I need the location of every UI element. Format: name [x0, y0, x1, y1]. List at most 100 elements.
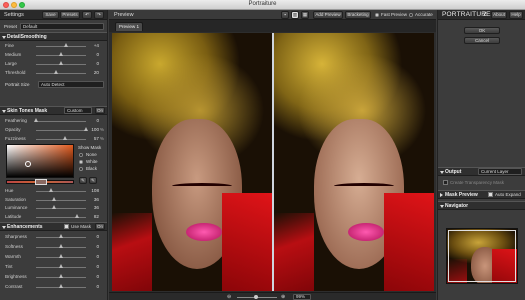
detail-smoothing-header[interactable]: DetailSmoothing [0, 32, 107, 41]
slider-hue: Hue 108 [0, 187, 108, 195]
slider-latitude: Latitude 82 [0, 213, 108, 221]
fast-preview-label: Fast Preview [381, 12, 408, 17]
slider-knob[interactable] [62, 136, 67, 140]
slider-value[interactable]: 108 [91, 188, 99, 193]
slider-knob[interactable] [59, 254, 63, 258]
zoom-out-icon[interactable]: ⊖ [227, 294, 231, 300]
slider-feathering: Feathering 0 [0, 117, 108, 125]
slider-value[interactable]: 82 [94, 214, 99, 219]
slider-knob[interactable] [59, 234, 63, 238]
slider-value[interactable]: 0 [96, 264, 99, 269]
ok-button[interactable]: OK [464, 27, 500, 34]
split-view-icon[interactable]: ▥ [291, 11, 299, 19]
slider-track[interactable] [36, 130, 86, 131]
zoom-slider-knob[interactable] [254, 295, 258, 299]
window-title: Portraiture [248, 1, 277, 7]
slider-track[interactable] [36, 46, 86, 47]
slider-brightness: Brightness 0 [0, 273, 108, 281]
slider-value[interactable]: 0 [96, 61, 99, 66]
slider-value[interactable]: 20 [94, 70, 99, 75]
slider-track[interactable] [36, 121, 86, 122]
slider-knob[interactable] [75, 213, 79, 218]
slider-value[interactable]: 0 [96, 52, 99, 57]
save-button[interactable]: Save [42, 11, 59, 19]
slider-knob[interactable] [52, 196, 56, 201]
output-dropdown[interactable]: Current Layer [478, 168, 522, 175]
original-photo[interactable] [112, 33, 272, 291]
slider-knob[interactable] [59, 274, 63, 278]
bracketing-button[interactable]: Bracketing [345, 11, 371, 19]
slider-track[interactable] [36, 208, 86, 209]
mask-on-toggle[interactable]: On [95, 107, 105, 114]
slider-label: Latitude [5, 213, 22, 219]
eyedropper-icon[interactable]: ✎ [89, 177, 97, 184]
slider-value[interactable]: 0 [96, 118, 99, 123]
portrait-size-label: Portrait Size [5, 82, 30, 87]
slider-knob[interactable] [59, 284, 63, 288]
slider-track[interactable] [36, 73, 86, 74]
slider-fuzziness: Fuzziness 57% [0, 135, 108, 143]
slider-value[interactable]: +4 [94, 43, 99, 48]
slider-knob[interactable] [59, 264, 63, 268]
zoom-level-dropdown[interactable]: 99% [293, 294, 311, 300]
show-mask-white-radio[interactable] [79, 160, 83, 164]
skin-color-gradient[interactable] [6, 144, 74, 178]
fast-preview-radio[interactable] [375, 13, 379, 17]
slider-label: Hue [5, 188, 14, 193]
show-mask-none-radio[interactable] [79, 153, 83, 157]
color-picker-cursor[interactable] [25, 161, 31, 167]
preview-toolbar: Preview ▪ ▥ ▦ Add Preview Bracketing Fas… [109, 10, 436, 20]
slider-value[interactable]: 100 [91, 127, 99, 132]
undo-icon[interactable]: ↶ [82, 11, 92, 19]
preview-tab[interactable]: Preview 1 [115, 22, 143, 31]
slider-knob[interactable] [59, 52, 63, 56]
eyedropper-add-icon[interactable]: ✎ [79, 177, 87, 184]
show-mask-white-label: White [86, 159, 98, 164]
preset-dropdown[interactable]: Default [20, 23, 104, 30]
slider-track[interactable] [36, 191, 86, 192]
mask-mode-dropdown[interactable]: Custom [64, 107, 92, 114]
navigator-thumbnail[interactable] [446, 228, 518, 284]
slider-value[interactable]: 0 [96, 234, 99, 239]
accurate-radio[interactable] [409, 13, 413, 17]
slider-knob[interactable] [64, 43, 68, 47]
single-view-icon[interactable]: ▪ [281, 11, 289, 19]
grid-view-icon[interactable]: ▦ [301, 11, 309, 19]
auto-expand-checkbox[interactable] [488, 192, 493, 197]
slider-track[interactable] [36, 199, 86, 201]
slider-knob[interactable] [52, 205, 56, 209]
add-preview-button[interactable]: Add Preview [313, 11, 343, 19]
slider-knob[interactable] [59, 61, 63, 65]
use-mask-checkbox[interactable] [64, 224, 69, 229]
slider-value[interactable]: 0 [96, 244, 99, 249]
slider-value[interactable]: 57 [94, 136, 99, 141]
slider-knob[interactable] [54, 70, 58, 74]
navigator-header[interactable]: Navigator [438, 201, 525, 210]
original-lips [186, 223, 222, 241]
retouched-photo[interactable] [274, 33, 434, 291]
slider-value[interactable]: 0 [96, 274, 99, 279]
selected-color-swatch[interactable] [35, 179, 47, 185]
enhancements-on-toggle[interactable]: On [95, 223, 105, 230]
about-button[interactable]: About [491, 11, 507, 19]
cancel-button[interactable]: Cancel [464, 37, 500, 44]
slider-knob[interactable] [34, 118, 38, 122]
slider-track[interactable] [36, 139, 86, 140]
slider-knob[interactable] [59, 244, 63, 248]
slider-value[interactable]: 0 [96, 284, 99, 289]
navigator-viewport-rect[interactable] [448, 230, 516, 282]
slider-knob[interactable] [49, 188, 53, 192]
transparency-mask-checkbox[interactable] [443, 180, 448, 185]
slider-label: Sharpness [5, 234, 27, 239]
preview-area: Preview ▪ ▥ ▦ Add Preview Bracketing Fas… [109, 10, 436, 300]
redo-icon[interactable]: ↷ [94, 11, 104, 19]
presets-button[interactable]: Presets [60, 11, 80, 19]
slider-knob[interactable] [84, 127, 88, 131]
slider-value[interactable]: 36 [94, 197, 99, 202]
zoom-in-icon[interactable]: ⊕ [281, 294, 285, 300]
portrait-size-dropdown[interactable]: Auto Detect [38, 81, 104, 88]
help-button[interactable]: Help [509, 11, 523, 19]
slider-value[interactable]: 36 [94, 205, 99, 210]
slider-value[interactable]: 0 [96, 254, 99, 259]
show-mask-black-radio[interactable] [79, 167, 83, 171]
